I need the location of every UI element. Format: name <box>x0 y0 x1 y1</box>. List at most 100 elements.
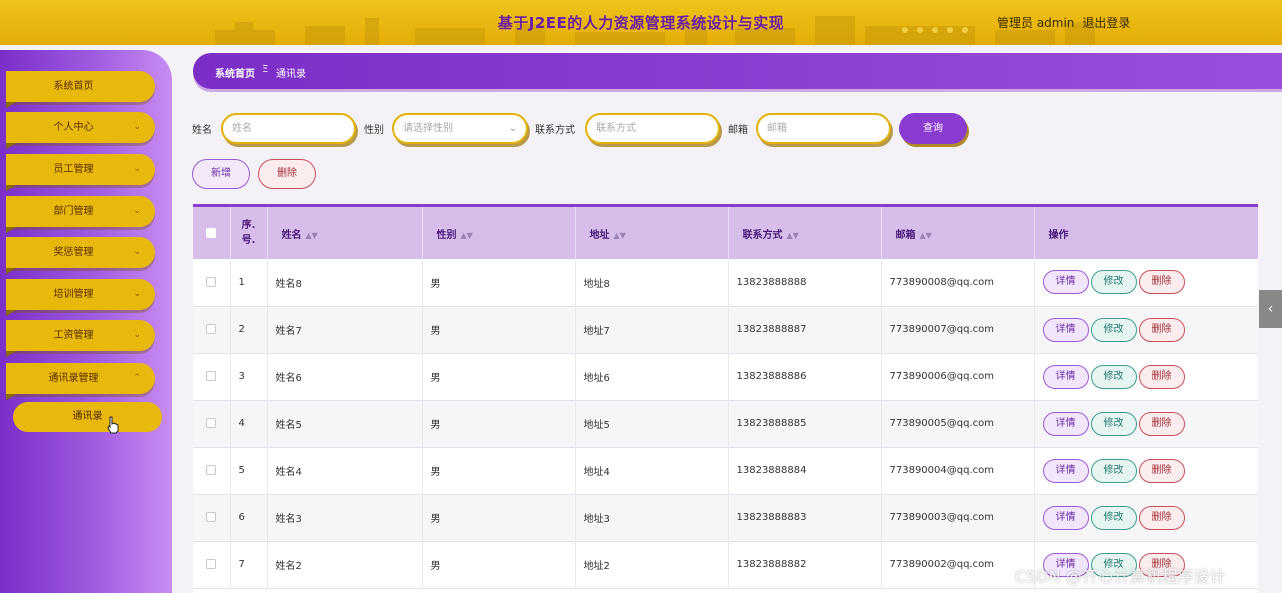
cell-name: 姓名6 <box>267 353 423 400</box>
breadcrumb-home[interactable]: 系统首页 <box>215 65 255 80</box>
row-checkbox[interactable] <box>206 276 217 287</box>
cell-gender: 男 <box>422 259 576 306</box>
col-header-email[interactable]: 邮箱 ▲▼ <box>881 207 1035 259</box>
col-header-label: 性别 <box>436 229 457 241</box>
col-header-gender[interactable]: 性别 ▲▼ <box>422 207 576 259</box>
edit-button[interactable]: 修改 <box>1090 411 1137 436</box>
col-header-address[interactable]: 地址 ▲▼ <box>575 207 729 259</box>
sort-icon[interactable]: ▲▼ <box>306 231 318 240</box>
cell-name: 姓名7 <box>267 306 423 353</box>
breadcrumb-current: 通讯录 <box>276 69 306 80</box>
cell-gender: 男 <box>422 306 576 353</box>
delete-button[interactable]: 删除 <box>1138 364 1185 389</box>
delete-button[interactable]: 删除 <box>1138 411 1185 436</box>
table-header-row: 序.号. 姓名 ▲▼ 性别 ▲▼ 地址 ▲▼ 联系方式 ▲▼ 邮箱 ▲▼ 操作 <box>193 207 1258 259</box>
detail-button[interactable]: 详情 <box>1042 458 1089 483</box>
col-header-label: 姓名 <box>281 229 302 241</box>
delete-button[interactable]: 删除 <box>1138 270 1185 295</box>
cell-phone: 13823888885 <box>728 400 882 447</box>
name-input[interactable]: 姓名 <box>221 113 356 144</box>
contact-label: 联系方式 <box>535 125 575 136</box>
cell-name: 姓名2 <box>267 541 423 588</box>
select-all-checkbox[interactable] <box>206 227 217 238</box>
chevron-down-icon: ⌄ <box>133 330 141 340</box>
sidebar: 系统首页 个人中心 ⌄ 员工管理 ⌄ 部门管理 ⌄ 奖惩管理 ⌄ 培训管理 ⌄ … <box>0 50 172 593</box>
sidebar-item-label: 系统首页 <box>53 81 94 92</box>
row-checkbox[interactable] <box>206 371 217 381</box>
sort-icon[interactable]: ▲▼ <box>614 231 626 240</box>
cell-name: 姓名5 <box>267 400 423 447</box>
detail-button[interactable]: 详情 <box>1042 505 1089 530</box>
query-button[interactable]: 查询 <box>899 113 967 144</box>
logout-link[interactable]: 退出登录 <box>1082 16 1130 30</box>
cell-phone: 13823888888 <box>728 259 882 306</box>
chevron-up-icon: ⌃ <box>133 373 141 383</box>
top-header: 基于J2EE的人力资源管理系统设计与实现 管理员 admin 退出登录 <box>0 0 1282 45</box>
cell-name: 姓名4 <box>267 447 423 494</box>
gender-label: 性别 <box>364 125 384 136</box>
cell-actions: 详情 修改 删除 <box>1034 353 1258 400</box>
sidebar-item-employee[interactable]: 员工管理 ⌄ <box>6 154 155 185</box>
detail-button[interactable]: 详情 <box>1042 364 1089 389</box>
col-header-label: 操作 <box>1048 229 1069 241</box>
edit-button[interactable]: 修改 <box>1090 364 1137 389</box>
name-label: 姓名 <box>192 125 212 136</box>
cell-index: 6 <box>230 494 268 541</box>
collapse-panel-button[interactable]: ‹ <box>1259 290 1282 328</box>
contact-input[interactable]: 联系方式 <box>585 113 720 144</box>
row-checkbox[interactable] <box>206 324 217 334</box>
sidebar-item-department[interactable]: 部门管理 ⌄ <box>6 196 155 227</box>
hand-cursor-icon <box>107 416 119 434</box>
detail-button[interactable]: 详情 <box>1042 270 1089 295</box>
sort-icon[interactable]: ▲▼ <box>920 231 932 240</box>
edit-button[interactable]: 修改 <box>1090 317 1137 342</box>
table-row: 6 姓名3 男 地址3 13823888883 773890003@qq.com… <box>193 494 1258 541</box>
cell-phone: 13823888884 <box>728 447 882 494</box>
edit-button[interactable]: 修改 <box>1090 270 1137 295</box>
sort-icon[interactable]: ▲▼ <box>787 231 799 240</box>
col-header-contact[interactable]: 联系方式 ▲▼ <box>728 207 882 259</box>
cell-name: 姓名3 <box>267 494 423 541</box>
sort-icon[interactable]: ▲▼ <box>461 231 473 240</box>
row-checkbox[interactable] <box>206 512 217 522</box>
cell-gender: 男 <box>422 400 576 447</box>
delete-button[interactable]: 删除 <box>1138 458 1185 483</box>
email-label: 邮箱 <box>728 125 748 136</box>
row-checkbox[interactable] <box>206 418 217 428</box>
cell-actions: 详情 修改 删除 <box>1034 447 1258 494</box>
delete-button[interactable]: 删除 <box>1138 505 1185 530</box>
cell-actions: 详情 修改 删除 <box>1034 400 1258 447</box>
cell-index: 5 <box>230 447 268 494</box>
sidebar-subitem-contact-book[interactable]: 通讯录 <box>13 402 162 432</box>
row-checkbox[interactable] <box>206 559 217 569</box>
user-area: 管理员 admin 退出登录 <box>997 14 1138 31</box>
sidebar-item-home[interactable]: 系统首页 <box>6 71 155 102</box>
chevron-left-icon: ‹ <box>1267 301 1274 317</box>
chevron-down-icon: ⌄ <box>133 206 141 216</box>
batch-delete-button[interactable]: 删除 <box>258 159 316 189</box>
row-checkbox[interactable] <box>206 465 217 475</box>
delete-button[interactable]: 删除 <box>1138 317 1185 342</box>
sidebar-item-salary[interactable]: 工资管理 ⌄ <box>6 320 155 351</box>
table-row: 2 姓名7 男 地址7 13823888887 773890007@qq.com… <box>193 306 1258 353</box>
cell-email: 773890002@qq.com <box>881 541 1035 588</box>
breadcrumb-separator-icon: Ξ <box>262 64 269 75</box>
sidebar-item-training[interactable]: 培训管理 ⌄ <box>6 279 155 310</box>
contacts-table: 序.号. 姓名 ▲▼ 性别 ▲▼ 地址 ▲▼ 联系方式 ▲▼ 邮箱 ▲▼ 操作 1 姓名8… <box>193 204 1258 593</box>
col-header-label: 地址 <box>589 229 610 241</box>
sidebar-item-contacts[interactable]: 通讯录管理 ⌃ <box>6 363 155 394</box>
edit-button[interactable]: 修改 <box>1090 505 1137 530</box>
sidebar-item-rewards[interactable]: 奖惩管理 ⌄ <box>6 237 155 268</box>
cell-phone: 13823888883 <box>728 494 882 541</box>
email-input[interactable]: 邮箱 <box>756 113 891 144</box>
col-header-name[interactable]: 姓名 ▲▼ <box>267 207 423 259</box>
gender-select[interactable]: 请选择性别 ⌄ <box>392 113 528 144</box>
edit-button[interactable]: 修改 <box>1090 458 1137 483</box>
sidebar-item-profile[interactable]: 个人中心 ⌄ <box>6 112 155 143</box>
table-row: 5 姓名4 男 地址4 13823888884 773890004@qq.com… <box>193 447 1258 494</box>
cell-email: 773890007@qq.com <box>881 306 1035 353</box>
detail-button[interactable]: 详情 <box>1042 411 1089 436</box>
watermark: CSDN @齐心计算机程序设计 <box>1015 567 1226 586</box>
add-button[interactable]: 新增 <box>192 159 250 189</box>
detail-button[interactable]: 详情 <box>1042 317 1089 342</box>
